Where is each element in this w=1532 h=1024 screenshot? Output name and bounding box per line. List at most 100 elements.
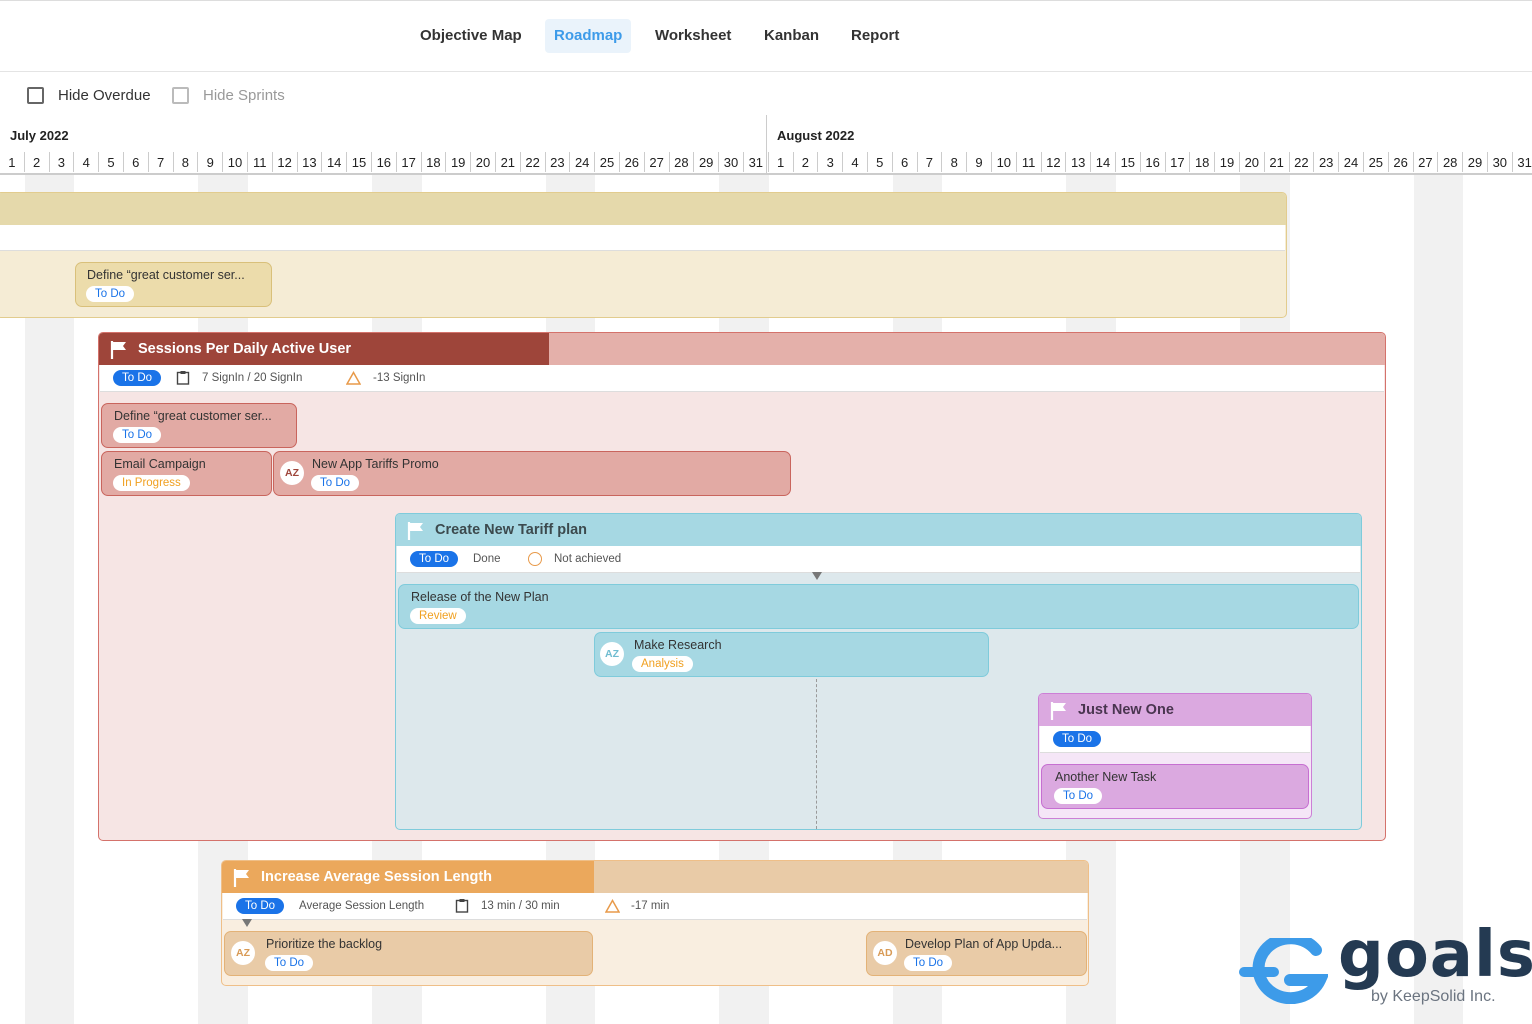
day-label: 6 bbox=[900, 155, 909, 170]
task-card[interactable]: Email Campaign In Progress bbox=[101, 451, 272, 496]
task-card[interactable]: Release of the New Plan Review bbox=[398, 584, 1359, 629]
dependency-line bbox=[816, 679, 817, 829]
flag-icon bbox=[1050, 702, 1066, 720]
metric-label: Average Session Length bbox=[299, 900, 425, 912]
hide-overdue-checkbox[interactable]: Hide Overdue bbox=[27, 87, 151, 104]
task-card[interactable]: Define “great customer ser... To Do bbox=[101, 403, 297, 448]
day-label: 18 bbox=[1194, 155, 1210, 170]
objective-justnew[interactable]: Just New One To Do Another New Task To D… bbox=[1038, 693, 1312, 819]
day-label: 7 bbox=[925, 155, 933, 170]
status-badge: Review bbox=[410, 608, 466, 624]
task-card[interactable]: AD Develop Plan of App Upda... To Do bbox=[866, 931, 1087, 976]
day-label: 14 bbox=[1095, 155, 1111, 170]
day-label: 2 bbox=[801, 155, 809, 170]
status-badge[interactable]: To Do bbox=[236, 898, 285, 914]
day-label: 1 bbox=[776, 155, 785, 170]
flag-icon bbox=[233, 869, 249, 887]
circle-icon bbox=[528, 552, 542, 566]
day-label: 26 bbox=[624, 155, 640, 170]
day-label: 2 bbox=[32, 155, 41, 170]
task-card[interactable]: AZ Make Research Analysis bbox=[594, 632, 989, 677]
day-label: 6 bbox=[132, 155, 140, 170]
day-label: 21 bbox=[500, 155, 516, 170]
not-achieved-label: Not achieved bbox=[554, 553, 622, 565]
objective-top[interactable]: Define “great customer ser... To Do bbox=[0, 192, 1287, 318]
objective-session-length-header: Increase Average Session Length bbox=[222, 861, 1088, 893]
day-label: 27 bbox=[649, 155, 664, 170]
day-label: 17 bbox=[401, 155, 416, 170]
day-label: 3 bbox=[57, 155, 65, 170]
day-label: 16 bbox=[1145, 155, 1160, 170]
checkbox-icon[interactable] bbox=[27, 87, 44, 104]
day-label: 23 bbox=[550, 155, 565, 170]
delta-text: -17 min bbox=[631, 900, 670, 912]
task-card[interactable]: AZ New App Tariffs Promo To Do bbox=[273, 451, 791, 496]
task-title: New App Tariffs Promo bbox=[312, 457, 439, 471]
objective-sessions-header: Sessions Per Daily Active User bbox=[99, 333, 1385, 365]
dependency-arrow-icon bbox=[242, 919, 252, 927]
tab-objective-map[interactable]: Objective Map bbox=[411, 19, 531, 53]
day-label: 13 bbox=[302, 155, 317, 170]
tab-worksheet[interactable]: Worksheet bbox=[646, 19, 740, 53]
day-label: 26 bbox=[1393, 155, 1408, 170]
clipboard-icon bbox=[176, 371, 190, 385]
flag-icon bbox=[407, 522, 423, 540]
status-badge[interactable]: To Do bbox=[113, 370, 162, 386]
done-label: Done bbox=[473, 553, 501, 565]
avatar: AZ bbox=[231, 941, 255, 965]
day-label: 12 bbox=[277, 155, 292, 170]
day-label: 31 bbox=[748, 155, 764, 170]
task-card[interactable]: Define “great customer ser... To Do bbox=[75, 262, 272, 307]
task-card[interactable]: Another New Task To Do bbox=[1041, 764, 1309, 809]
objective-session-length[interactable]: Increase Average Session Length To Do Av… bbox=[221, 860, 1089, 986]
avatar: AD bbox=[873, 941, 897, 965]
objective-top-meta bbox=[0, 225, 1285, 251]
dependency-arrow-icon bbox=[812, 572, 822, 580]
status-badge: To Do bbox=[311, 475, 360, 491]
day-label: 19 bbox=[1219, 155, 1235, 170]
objective-meta: To Do Average Session Length 13 min / 30… bbox=[223, 893, 1087, 920]
day-label: 25 bbox=[599, 155, 615, 170]
day-label: 3 bbox=[826, 155, 834, 170]
clipboard-icon bbox=[455, 899, 469, 913]
warning-triangle-icon bbox=[605, 899, 620, 913]
day-label: 22 bbox=[525, 155, 540, 170]
avatar: AZ bbox=[280, 461, 304, 485]
task-title: Make Research bbox=[634, 638, 722, 652]
status-badge: To Do bbox=[265, 955, 314, 971]
tab-report[interactable]: Report bbox=[842, 19, 908, 53]
objective-title: Sessions Per Daily Active User bbox=[138, 341, 352, 357]
task-title: Develop Plan of App Upda... bbox=[905, 937, 1063, 951]
goals-logo-icon bbox=[1239, 938, 1328, 1004]
day-label: 11 bbox=[1021, 155, 1036, 170]
status-badge[interactable]: To Do bbox=[410, 551, 459, 567]
day-label: 17 bbox=[1170, 155, 1185, 170]
objective-title: Just New One bbox=[1078, 702, 1174, 718]
timeline-header: July 2022 August 2022 1 2 3 4 5 6 7 8 9 10 11 12 13 1… bbox=[0, 115, 1532, 175]
progress-text: 7 SignIn / 20 SignIn bbox=[202, 372, 303, 384]
checkbox-icon[interactable] bbox=[172, 87, 189, 104]
day-label: 20 bbox=[475, 155, 491, 170]
day-label: 5 bbox=[876, 155, 884, 170]
status-badge: To Do bbox=[86, 286, 135, 302]
day-label: 28 bbox=[1442, 155, 1458, 170]
objective-tariff-header: Create New Tariff plan bbox=[396, 514, 1361, 546]
task-card[interactable]: AZ Prioritize the backlog To Do bbox=[224, 931, 593, 976]
day-label: 19 bbox=[450, 155, 466, 170]
top-nav: Objective Map Roadmap Worksheet Kanban R… bbox=[0, 0, 1532, 72]
day-label: 5 bbox=[107, 155, 115, 170]
task-title: Prioritize the backlog bbox=[266, 937, 383, 951]
day-label: 18 bbox=[426, 155, 441, 170]
warning-triangle-icon bbox=[346, 371, 361, 385]
day-label: 21 bbox=[1269, 155, 1284, 170]
day-label: 4 bbox=[82, 155, 90, 170]
status-badge[interactable]: To Do bbox=[1053, 731, 1102, 747]
tab-kanban[interactable]: Kanban bbox=[755, 19, 828, 53]
logo-wordmark: goals bbox=[1338, 918, 1532, 992]
hide-sprints-checkbox[interactable]: Hide Sprints bbox=[172, 87, 285, 104]
day-label: 24 bbox=[574, 155, 590, 170]
day-label: 9 bbox=[975, 155, 983, 170]
day-label: 30 bbox=[723, 155, 739, 170]
status-badge: To Do bbox=[113, 427, 162, 443]
tab-roadmap[interactable]: Roadmap bbox=[545, 19, 632, 53]
